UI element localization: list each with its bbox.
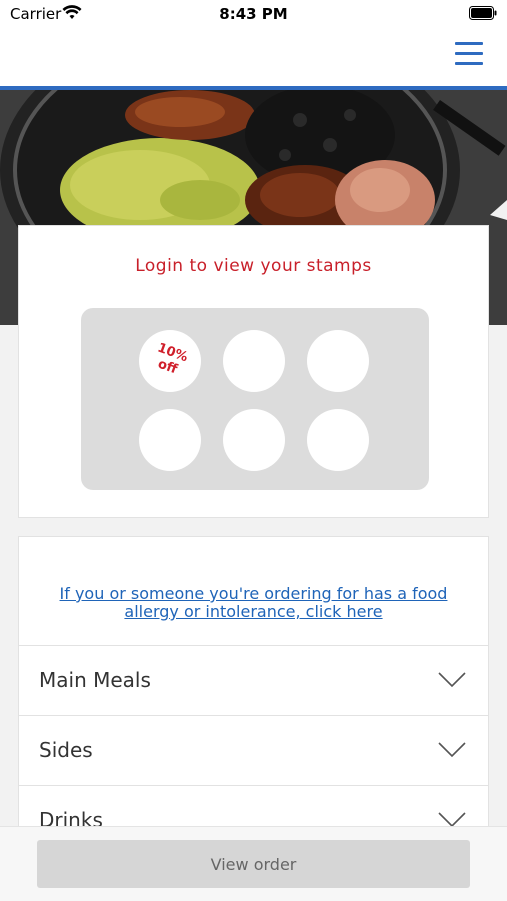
stamp-grid: 10% off [81,308,429,490]
clock: 8:43 PM [219,5,288,23]
stamps-login-prompt[interactable]: Login to view your stamps [19,256,488,276]
hamburger-menu-icon[interactable] [455,42,483,66]
stamp-reward-label: 10% off [155,340,190,378]
stamp-slot [307,409,369,471]
allergy-info-link[interactable]: If you or someone you're ordering for ha… [39,585,468,621]
allergy-card: If you or someone you're ordering for ha… [18,536,489,646]
view-order-button[interactable]: View order [37,840,470,888]
stamp-card: Login to view your stamps 10% off [18,225,489,518]
chevron-down-icon [438,672,466,688]
category-sides[interactable]: Sides [18,716,489,786]
stamp-slot [307,330,369,392]
nav-bar [0,30,507,90]
battery-icon [469,6,497,20]
chevron-down-icon [438,742,466,758]
category-label: Main Meals [39,668,151,692]
status-bar: Carrier 8:43 PM [0,0,507,30]
stamp-slot [223,330,285,392]
category-main-meals[interactable]: Main Meals [18,646,489,716]
stamp-slot [223,409,285,471]
stamp-reward: 10% off [139,330,201,392]
stamp-slot [139,409,201,471]
bottom-bar: View order [0,826,507,901]
category-label: Sides [39,738,93,762]
